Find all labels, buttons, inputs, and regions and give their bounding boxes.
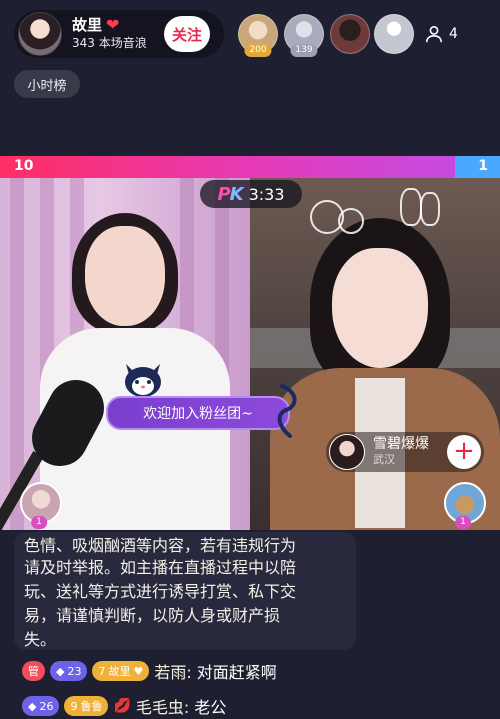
notice-line: 玩、送礼等方式进行诱导打赏、私下交 [24,582,297,601]
admin-badge: 管 [22,661,45,681]
lips-icon: 💋 [113,698,131,714]
fan-club-banner[interactable]: 欢迎加入粉丝团~ [106,396,290,430]
pk-timer: PK 3:33 [200,180,302,208]
guest-avatar[interactable] [329,434,365,470]
viewer-avatar-4[interactable] [374,14,414,54]
notice-line: 色情、吸烟酗酒等内容，若有违规行为 [24,536,297,555]
platform-notice: 色情、吸烟酗酒等内容，若有违规行为 请及时举报。如主播在直播过程中以陪 玩、送礼… [14,532,356,650]
chat-text: 老公 [194,698,227,717]
pk-logo: PK [217,183,243,205]
viewer-avatar-3[interactable] [330,14,370,54]
guest-name: 雪碧爆爆 [373,436,429,452]
chat-username[interactable]: 若雨: [154,659,191,683]
squiggle-decoration [277,384,297,438]
guest-location: 武汉 [373,453,395,466]
chat-text: 对面赶紧啊 [196,663,277,682]
diamond-icon: ◆ [56,664,65,678]
follow-button[interactable]: 关注 [164,16,210,52]
chat-message[interactable]: ◆ 26 9 鲁鲁 💋 毛毛虫: 老公 [22,693,226,719]
left-stream-video[interactable] [0,178,250,530]
level-badge: ◆ 23 [50,661,88,681]
viewer-badge: 200 [244,44,272,57]
person-icon [425,25,443,43]
cat-mascot-icon [125,364,161,397]
pk-left-fill: 10 [0,156,455,178]
right-stream-video[interactable] [250,178,500,530]
pk-progress-bar: 10 1 [0,156,500,178]
follow-guest-button[interactable]: + [447,435,481,469]
viewer-count-value: 4 [449,26,458,42]
heart-icon: ♥ [133,664,144,678]
level-badge: ◆ 26 [22,696,60,716]
viewer-count[interactable]: 4 [425,20,458,48]
viewer-avatar-1[interactable]: 200 [238,14,278,57]
notice-line: 失。 [24,630,57,649]
viewer-avatar-2[interactable]: 139 [284,14,324,57]
pk-right-score: 1 [478,158,488,174]
pk-right-fill: 1 [455,156,500,178]
right-seat-badge: 1 [455,516,471,529]
host-avatar[interactable] [18,12,62,56]
left-seat-badge: 1 [31,516,47,529]
chat-username[interactable]: 毛毛虫: [136,694,189,718]
pk-left-score: 10 [14,158,34,174]
hour-rank-button[interactable]: 小时榜 [14,70,80,98]
pk-time: 3:33 [248,184,285,204]
fan-badge: 9 鲁鲁 [64,696,109,716]
viewer-badge: 139 [290,44,318,57]
fan-badge: 7 故里 ♥ [92,661,150,681]
host-subtitle: 343 本场音浪 [72,36,147,50]
host-name: 故里 [72,16,103,34]
notice-line: 易，请谨慎判断，以防人身或财产损 [24,606,281,625]
notice-line: 请及时举报。如主播在直播过程中以陪 [24,558,297,577]
chat-message[interactable]: 管 ◆ 23 7 故里 ♥ 若雨: 对面赶紧啊 [22,658,277,684]
heart-icon: ❤ [106,15,120,34]
